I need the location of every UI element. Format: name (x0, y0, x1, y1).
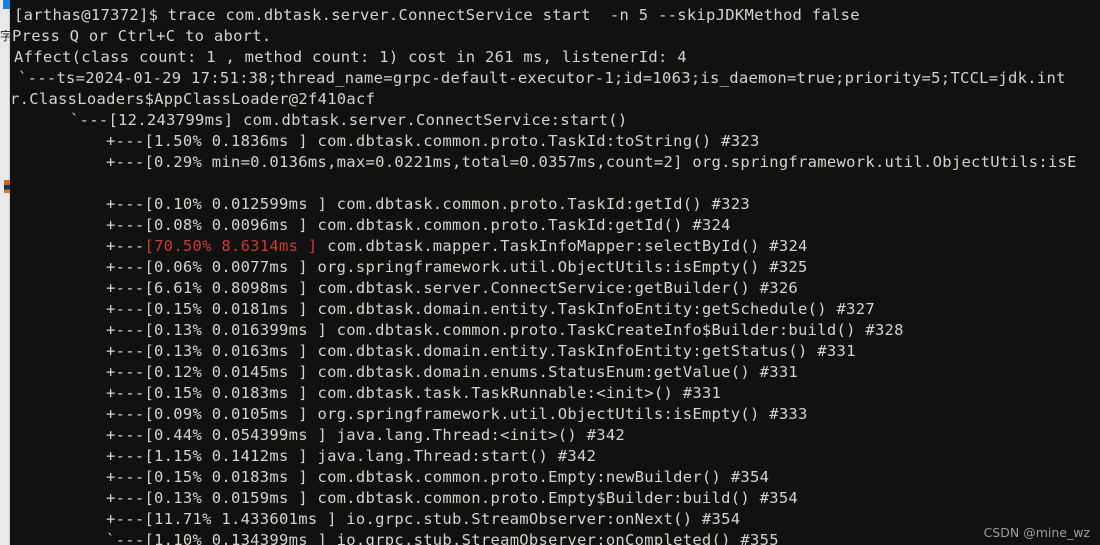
terminal-line-call-03: +---[0.10% 0.012599ms ] com.dbtask.commo… (106, 195, 750, 213)
scrollbar-thumb[interactable] (3, 0, 10, 9)
terminal-line-call-08: +---[0.15% 0.0181ms ] com.dbtask.domain.… (106, 300, 875, 318)
terminal-line-call-01: +---[1.50% 0.1836ms ] com.dbtask.common.… (106, 132, 760, 150)
terminal-line-root-call: `---[12.243799ms] com.dbtask.server.Conn… (70, 111, 628, 129)
terminal-line-call-04: +---[0.08% 0.0096ms ] com.dbtask.common.… (106, 216, 731, 234)
terminal-line-ts-header: `---ts=2024-01-29 17:51:38;thread_name=g… (18, 69, 1066, 87)
terminal-line-call-14: +---[0.44% 0.054399ms ] java.lang.Thread… (106, 426, 626, 444)
terminal-window: 字 [arthas@17372]$ trace com.dbtask.serve… (0, 0, 1100, 545)
terminal-line-call-16: +---[0.15% 0.0183ms ] com.dbtask.common.… (106, 468, 770, 486)
terminal-line-call-19: `---[1.10% 0.134399ms ] io.grpc.stub.Str… (106, 531, 779, 545)
terminal-line-call-12: +---[0.15% 0.0183ms ] com.dbtask.task.Ta… (106, 384, 722, 402)
hotspot-cost-badge: [70.50% 8.6314ms ] (144, 237, 318, 255)
terminal-line-abort-hint: Press Q or Ctrl+C to abort. (12, 27, 272, 45)
terminal-line-prompt: [arthas@17372]$ trace com.dbtask.server.… (14, 6, 860, 24)
terminal-line-call-13: +---[0.09% 0.0105ms ] org.springframewor… (106, 405, 808, 423)
terminal-line-call-07: +---[6.61% 0.8098ms ] com.dbtask.server.… (106, 279, 799, 297)
tree-branch-prefix: +--- (106, 237, 145, 255)
terminal-line-classloader: r.ClassLoaders$AppClassLoader@2f410acf (10, 90, 376, 108)
method-signature: com.dbtask.mapper.TaskInfoMapper:selectB… (317, 237, 808, 255)
terminal-line-call-15: +---[1.15% 0.1412ms ] java.lang.Thread:s… (106, 447, 597, 465)
terminal-output[interactable]: [arthas@17372]$ trace com.dbtask.server.… (10, 0, 1100, 545)
left-window-gutter: 字 (0, 0, 11, 545)
terminal-line-call-06: +---[0.06% 0.0077ms ] org.springframewor… (106, 258, 808, 276)
terminal-line-call-10: +---[0.13% 0.0163ms ] com.dbtask.domain.… (106, 342, 856, 360)
terminal-line-call-05-hot: +---[70.50% 8.6314ms ] com.dbtask.mapper… (106, 236, 808, 257)
terminal-line-call-02: +---[0.29% min=0.0136ms,max=0.0221ms,tot… (106, 153, 1077, 171)
terminal-line-affect-summary: Affect(class count: 1 , method count: 1)… (14, 48, 687, 66)
terminal-line-call-11: +---[0.12% 0.0145ms ] com.dbtask.domain.… (106, 363, 799, 381)
terminal-line-call-17: +---[0.13% 0.0159ms ] com.dbtask.common.… (106, 489, 799, 507)
terminal-line-call-09: +---[0.13% 0.016399ms ] com.dbtask.commo… (106, 321, 904, 339)
terminal-line-call-18: +---[11.71% 1.433601ms ] io.grpc.stub.St… (106, 510, 741, 528)
watermark-label: CSDN @mine_wz (983, 525, 1090, 540)
